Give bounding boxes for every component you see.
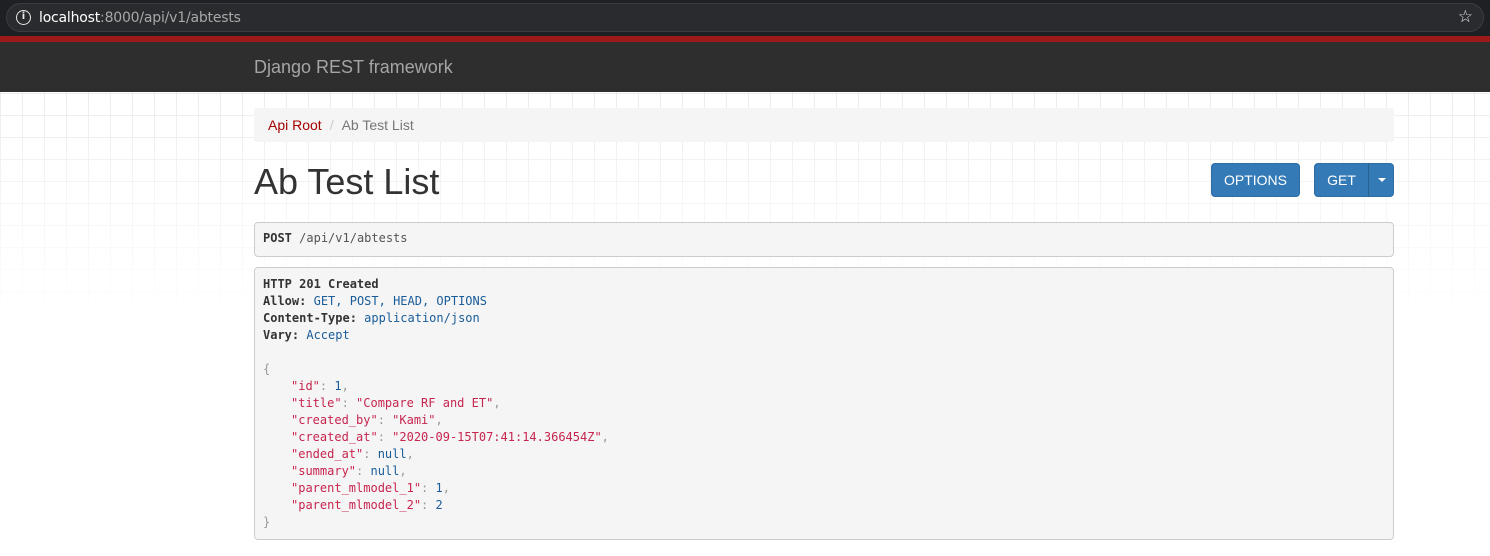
json-field-row: "summary": null, (263, 463, 1385, 480)
navbar: Django REST framework (0, 42, 1490, 92)
json-field-row: "parent_mlmodel_2": 2 (263, 497, 1385, 514)
json-colon: : (319, 379, 335, 393)
breadcrumb: Api Root / Ab Test List (254, 108, 1394, 142)
json-key: "parent_mlmodel_2" (291, 498, 422, 512)
json-key: "title" (291, 396, 342, 410)
address-bar[interactable]: i localhost:8000/api/v1/abtests ☆ (6, 3, 1484, 32)
json-value: 2 (435, 498, 443, 512)
json-comma: , (406, 447, 414, 461)
json-colon: : (363, 447, 378, 461)
request-info: POST /api/v1/abtests (254, 222, 1394, 257)
json-value: 1 (334, 379, 342, 393)
json-field-row: "created_at": "2020-09-15T07:41:14.36645… (263, 429, 1385, 446)
breadcrumb-current: Ab Test List (341, 117, 414, 133)
json-comma: , (601, 430, 609, 444)
json-key: "created_by" (291, 413, 378, 427)
breadcrumb-api-root-link[interactable]: Api Root (268, 117, 322, 133)
json-value: null (377, 447, 407, 461)
request-path: /api/v1/abtests (299, 231, 408, 245)
json-value: "2020-09-15T07:41:14.366454Z" (392, 430, 602, 444)
get-format-dropdown-button[interactable] (1368, 163, 1394, 197)
request-method: POST (263, 231, 292, 245)
header-value: GET, POST, HEAD, OPTIONS (313, 294, 487, 308)
json-comma: , (493, 396, 501, 410)
url-host: localhost (39, 10, 101, 26)
json-colon: : (356, 464, 371, 478)
navbar-brand[interactable]: Django REST framework (254, 57, 453, 77)
json-value: "Compare RF and ET" (356, 396, 494, 410)
json-field-row: "parent_mlmodel_1": 1, (263, 480, 1385, 497)
url-path: :8000/api/v1/abtests (100, 10, 241, 26)
json-field-row: "created_by": "Kami", (263, 412, 1385, 429)
header-value: application/json (364, 311, 480, 325)
url-text[interactable]: localhost:8000/api/v1/abtests (39, 9, 241, 27)
browser-toolbar: i localhost:8000/api/v1/abtests ☆ (0, 0, 1490, 36)
json-key: "created_at" (291, 430, 378, 444)
json-comma: , (442, 481, 450, 495)
json-body: "id": 1, "title": "Compare RF and ET", "cr… (263, 378, 1385, 514)
json-key: "id" (291, 379, 320, 393)
json-comma: , (435, 413, 443, 427)
json-key: "summary" (291, 464, 357, 478)
header-name: Content-Type: (263, 311, 357, 325)
get-button[interactable]: GET (1314, 163, 1369, 197)
json-colon: : (377, 413, 393, 427)
header-name: Allow: (263, 294, 307, 308)
header-value: Accept (306, 328, 350, 342)
json-field-row: "ended_at": null, (263, 446, 1385, 463)
bookmark-star-icon[interactable]: ☆ (1458, 7, 1473, 27)
json-value: "Kami" (392, 413, 436, 427)
site-info-icon[interactable]: i (16, 10, 31, 25)
json-value: 1 (435, 481, 443, 495)
json-colon: : (421, 481, 436, 495)
json-comma: , (399, 464, 407, 478)
response-status: HTTP 201 Created (263, 277, 379, 291)
json-colon: : (341, 396, 357, 410)
json-key: "ended_at" (291, 447, 364, 461)
caret-down-icon (1378, 178, 1386, 182)
page-title: Ab Test List (254, 161, 440, 202)
json-field-row: "title": "Compare RF and ET", (263, 395, 1385, 412)
options-button[interactable]: OPTIONS (1211, 163, 1300, 197)
breadcrumb-separator: / (329, 117, 334, 133)
json-colon: : (377, 430, 393, 444)
json-field-row: "id": 1, (263, 378, 1385, 395)
json-value: null (370, 464, 400, 478)
json-open-brace: { (263, 362, 271, 376)
json-comma: , (341, 379, 349, 393)
json-close-brace: } (263, 515, 271, 529)
response-info: HTTP 201 Created Allow: GET, POST, HEAD, … (254, 267, 1394, 540)
json-key: "parent_mlmodel_1" (291, 481, 422, 495)
header-name: Vary: (263, 328, 300, 342)
json-colon: : (421, 498, 436, 512)
